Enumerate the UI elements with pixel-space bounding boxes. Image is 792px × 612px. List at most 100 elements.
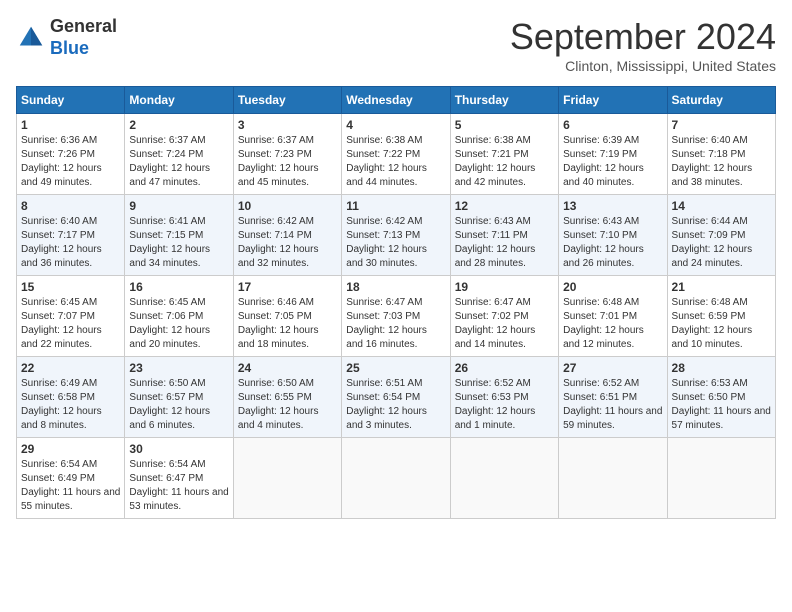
day-number: 11 <box>346 199 445 213</box>
table-row: 7 Sunrise: 6:40 AMSunset: 7:18 PMDaylight… <box>667 114 775 195</box>
header-tuesday: Tuesday <box>233 87 341 114</box>
table-row: 23 Sunrise: 6:50 AMSunset: 6:57 PMDayligh… <box>125 357 233 438</box>
table-row: 30 Sunrise: 6:54 AMSunset: 6:47 PMDayligh… <box>125 438 233 519</box>
day-info: Sunrise: 6:42 AMSunset: 7:14 PMDaylight:… <box>238 216 319 269</box>
day-info: Sunrise: 6:50 AMSunset: 6:57 PMDaylight:… <box>129 378 210 431</box>
day-info: Sunrise: 6:49 AMSunset: 6:58 PMDaylight:… <box>21 378 102 431</box>
day-info: Sunrise: 6:50 AMSunset: 6:55 PMDaylight:… <box>238 378 319 431</box>
month-title: September 2024 <box>510 16 776 58</box>
table-row: 25 Sunrise: 6:51 AMSunset: 6:54 PMDayligh… <box>342 357 450 438</box>
day-info: Sunrise: 6:46 AMSunset: 7:05 PMDaylight:… <box>238 297 319 350</box>
day-info: Sunrise: 6:36 AMSunset: 7:26 PMDaylight:… <box>21 135 102 188</box>
day-info: Sunrise: 6:54 AMSunset: 6:47 PMDaylight:… <box>129 459 228 512</box>
day-number: 28 <box>672 361 771 375</box>
day-info: Sunrise: 6:39 AMSunset: 7:19 PMDaylight:… <box>563 135 644 188</box>
page-header: General Blue September 2024 Clinton, Mis… <box>16 16 776 74</box>
table-row: 15 Sunrise: 6:45 AMSunset: 7:07 PMDayligh… <box>17 276 125 357</box>
day-info: Sunrise: 6:52 AMSunset: 6:51 PMDaylight:… <box>563 378 662 431</box>
day-number: 1 <box>21 118 120 132</box>
table-row: 3Sunrise: 6:37 AMSunset: 7:23 PMDaylight… <box>233 114 341 195</box>
table-row: 13 Sunrise: 6:43 AMSunset: 7:10 PMDayligh… <box>559 195 667 276</box>
day-info: Sunrise: 6:52 AMSunset: 6:53 PMDaylight:… <box>455 378 536 431</box>
table-row: 19Sunrise: 6:47 AMSunset: 7:02 PMDayligh… <box>450 276 558 357</box>
header-friday: Friday <box>559 87 667 114</box>
day-number: 16 <box>129 280 228 294</box>
table-row <box>342 438 450 519</box>
day-number: 24 <box>238 361 337 375</box>
header-thursday: Thursday <box>450 87 558 114</box>
day-number: 21 <box>672 280 771 294</box>
day-info: Sunrise: 6:45 AMSunset: 7:07 PMDaylight:… <box>21 297 102 350</box>
day-info: Sunrise: 6:41 AMSunset: 7:15 PMDaylight:… <box>129 216 210 269</box>
day-number: 20 <box>563 280 662 294</box>
day-info: Sunrise: 6:44 AMSunset: 7:09 PMDaylight:… <box>672 216 753 269</box>
logo: General Blue <box>16 16 117 59</box>
table-row: 18 Sunrise: 6:47 AMSunset: 7:03 PMDayligh… <box>342 276 450 357</box>
calendar-week-row: 8Sunrise: 6:40 AMSunset: 7:17 PMDaylight… <box>17 195 776 276</box>
calendar-week-row: 1 Sunrise: 6:36 AMSunset: 7:26 PMDaylight… <box>17 114 776 195</box>
day-number: 14 <box>672 199 771 213</box>
day-info: Sunrise: 6:54 AMSunset: 6:49 PMDaylight:… <box>21 459 120 512</box>
calendar-week-row: 29 Sunrise: 6:54 AMSunset: 6:49 PMDayligh… <box>17 438 776 519</box>
calendar-table: Sunday Monday Tuesday Wednesday Thursday… <box>16 86 776 519</box>
table-row: 11Sunrise: 6:42 AMSunset: 7:13 PMDayligh… <box>342 195 450 276</box>
day-info: Sunrise: 6:53 AMSunset: 6:50 PMDaylight:… <box>672 378 771 431</box>
day-number: 13 <box>563 199 662 213</box>
day-info: Sunrise: 6:47 AMSunset: 7:03 PMDaylight:… <box>346 297 427 350</box>
day-number: 5 <box>455 118 554 132</box>
day-number: 19 <box>455 280 554 294</box>
table-row <box>667 438 775 519</box>
table-row: 4 Sunrise: 6:38 AMSunset: 7:22 PMDaylight… <box>342 114 450 195</box>
day-number: 25 <box>346 361 445 375</box>
day-number: 9 <box>129 199 228 213</box>
day-number: 30 <box>129 442 228 456</box>
table-row: 9 Sunrise: 6:41 AMSunset: 7:15 PMDaylight… <box>125 195 233 276</box>
table-row <box>559 438 667 519</box>
calendar-header-row: Sunday Monday Tuesday Wednesday Thursday… <box>17 87 776 114</box>
day-number: 10 <box>238 199 337 213</box>
day-info: Sunrise: 6:40 AMSunset: 7:18 PMDaylight:… <box>672 135 753 188</box>
logo-blue: Blue <box>50 38 89 58</box>
table-row: 5 Sunrise: 6:38 AMSunset: 7:21 PMDaylight… <box>450 114 558 195</box>
table-row <box>233 438 341 519</box>
day-number: 18 <box>346 280 445 294</box>
title-section: September 2024 Clinton, Mississippi, Uni… <box>510 16 776 74</box>
day-number: 17 <box>238 280 337 294</box>
day-info: Sunrise: 6:43 AMSunset: 7:11 PMDaylight:… <box>455 216 536 269</box>
logo-icon <box>16 23 46 53</box>
day-info: Sunrise: 6:48 AMSunset: 6:59 PMDaylight:… <box>672 297 753 350</box>
table-row: 24 Sunrise: 6:50 AMSunset: 6:55 PMDayligh… <box>233 357 341 438</box>
day-number: 6 <box>563 118 662 132</box>
day-info: Sunrise: 6:38 AMSunset: 7:22 PMDaylight:… <box>346 135 427 188</box>
day-number: 4 <box>346 118 445 132</box>
table-row: 28 Sunrise: 6:53 AMSunset: 6:50 PMDayligh… <box>667 357 775 438</box>
table-row: 29 Sunrise: 6:54 AMSunset: 6:49 PMDayligh… <box>17 438 125 519</box>
table-row <box>450 438 558 519</box>
day-info: Sunrise: 6:37 AMSunset: 7:24 PMDaylight:… <box>129 135 210 188</box>
day-info: Sunrise: 6:43 AMSunset: 7:10 PMDaylight:… <box>563 216 644 269</box>
day-number: 15 <box>21 280 120 294</box>
header-sunday: Sunday <box>17 87 125 114</box>
day-info: Sunrise: 6:38 AMSunset: 7:21 PMDaylight:… <box>455 135 536 188</box>
day-number: 3 <box>238 118 337 132</box>
day-info: Sunrise: 6:48 AMSunset: 7:01 PMDaylight:… <box>563 297 644 350</box>
location-subtitle: Clinton, Mississippi, United States <box>510 58 776 74</box>
calendar-week-row: 22Sunrise: 6:49 AMSunset: 6:58 PMDayligh… <box>17 357 776 438</box>
table-row: 2 Sunrise: 6:37 AMSunset: 7:24 PMDaylight… <box>125 114 233 195</box>
day-number: 23 <box>129 361 228 375</box>
table-row: 6 Sunrise: 6:39 AMSunset: 7:19 PMDaylight… <box>559 114 667 195</box>
table-row: 1 Sunrise: 6:36 AMSunset: 7:26 PMDaylight… <box>17 114 125 195</box>
logo-text: General Blue <box>50 16 117 59</box>
table-row: 26Sunrise: 6:52 AMSunset: 6:53 PMDayligh… <box>450 357 558 438</box>
day-info: Sunrise: 6:51 AMSunset: 6:54 PMDaylight:… <box>346 378 427 431</box>
day-info: Sunrise: 6:40 AMSunset: 7:17 PMDaylight:… <box>21 216 102 269</box>
header-saturday: Saturday <box>667 87 775 114</box>
calendar-week-row: 15 Sunrise: 6:45 AMSunset: 7:07 PMDayligh… <box>17 276 776 357</box>
day-number: 12 <box>455 199 554 213</box>
day-number: 29 <box>21 442 120 456</box>
header-wednesday: Wednesday <box>342 87 450 114</box>
table-row: 8Sunrise: 6:40 AMSunset: 7:17 PMDaylight… <box>17 195 125 276</box>
day-number: 2 <box>129 118 228 132</box>
table-row: 21 Sunrise: 6:48 AMSunset: 6:59 PMDayligh… <box>667 276 775 357</box>
day-number: 7 <box>672 118 771 132</box>
